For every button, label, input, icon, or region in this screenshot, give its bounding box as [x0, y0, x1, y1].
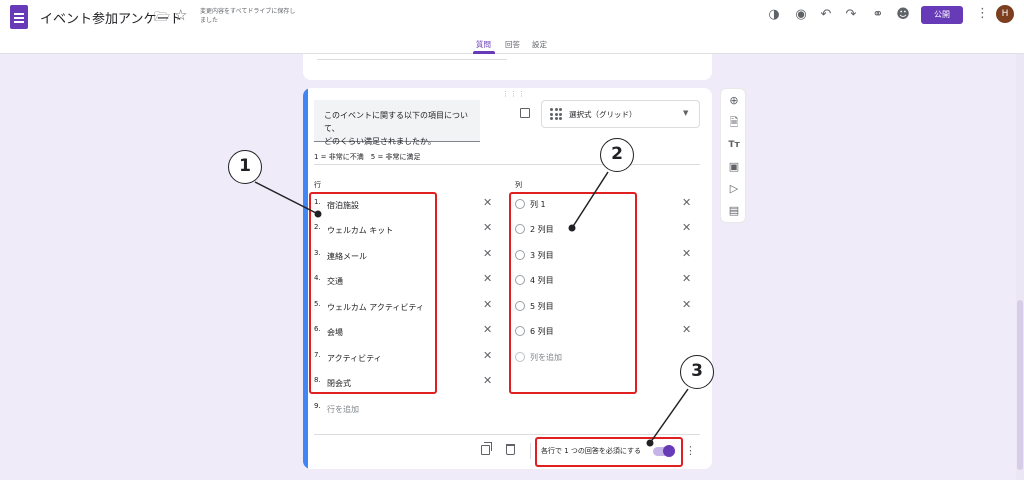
- duplicate-icon[interactable]: [481, 442, 492, 455]
- grid-icon: [550, 108, 562, 120]
- remove-column-icon[interactable]: ✕: [682, 299, 691, 311]
- remove-row-icon[interactable]: ✕: [483, 324, 492, 336]
- undo-icon[interactable]: ↶: [818, 7, 834, 23]
- remove-column-icon[interactable]: ✕: [682, 248, 691, 260]
- question-text-line-2: どのくらい満足されましたか。: [324, 137, 436, 146]
- import-questions-icon[interactable]: 🗎: [727, 116, 741, 130]
- question-description[interactable]: 1 = 非常に不満 5 = 非常に満足: [314, 152, 421, 162]
- remove-row-icon[interactable]: ✕: [483, 222, 492, 234]
- add-title-icon[interactable]: Tт: [727, 138, 741, 152]
- remove-column-icon[interactable]: ✕: [682, 222, 691, 234]
- callout-3: 3: [680, 355, 714, 389]
- highlight-columns-box: [509, 192, 637, 394]
- more-options-icon[interactable]: ⋮: [976, 6, 989, 21]
- folder-icon[interactable]: 🗁: [154, 8, 170, 30]
- remove-column-icon[interactable]: ✕: [682, 273, 691, 285]
- remove-row-icon[interactable]: ✕: [483, 375, 492, 387]
- add-image-icon[interactable]: ▣: [727, 160, 741, 174]
- chevron-down-icon: ▼: [683, 109, 689, 117]
- remove-row-icon[interactable]: ✕: [483, 197, 492, 209]
- highlight-rows-box: [309, 192, 437, 394]
- drag-handle-icon[interactable]: ⋮⋮⋮: [502, 90, 526, 98]
- remove-row-icon[interactable]: ✕: [483, 273, 492, 285]
- floating-toolbar: ⊕ 🗎 Tт ▣ ▷ ▤: [720, 88, 746, 223]
- callout-2: 2: [600, 138, 634, 172]
- active-card-accent: [303, 88, 308, 469]
- highlight-required-box: [535, 437, 683, 467]
- add-question-icon[interactable]: ⊕: [727, 94, 741, 108]
- add-video-icon[interactable]: ▷: [727, 182, 741, 196]
- scrollbar-thumb[interactable]: [1017, 300, 1023, 470]
- callout-1: 1: [228, 150, 262, 184]
- publish-button[interactable]: 公開: [921, 6, 963, 24]
- palette-icon[interactable]: ◑: [766, 7, 782, 23]
- save-status: 変更内容をすべてドライブに保存しました: [200, 8, 296, 24]
- remove-column-icon[interactable]: ✕: [682, 197, 691, 209]
- top-bar: イベント参加アンケート 🗁 ☆ 変更内容をすべてドライブに保存しました ◑ ◉ …: [0, 0, 1024, 54]
- previous-question-card[interactable]: [303, 54, 712, 80]
- more-options-icon[interactable]: ⋮: [685, 444, 696, 457]
- question-text-line-1: このイベントに関する以下の項目について、: [324, 111, 468, 133]
- remove-row-icon[interactable]: ✕: [483, 299, 492, 311]
- tab-responses[interactable]: 回答: [505, 39, 520, 50]
- question-type-select[interactable]: 選択式（グリッド） ▼: [541, 100, 700, 128]
- question-title-input[interactable]: このイベントに関する以下の項目について、 どのくらい満足されましたか。: [314, 100, 480, 146]
- remove-row-icon[interactable]: ✕: [483, 248, 492, 260]
- add-image-icon[interactable]: [520, 108, 530, 118]
- tab-questions[interactable]: 質問: [476, 39, 491, 50]
- link-icon[interactable]: ⚭: [870, 7, 886, 23]
- remove-column-icon[interactable]: ✕: [682, 324, 691, 336]
- add-row-link[interactable]: 行を追加: [327, 404, 359, 415]
- add-section-icon[interactable]: ▤: [727, 204, 741, 218]
- tab-settings[interactable]: 設定: [532, 39, 547, 50]
- remove-row-icon[interactable]: ✕: [483, 350, 492, 362]
- rows-header: 行: [314, 181, 321, 189]
- add-collaborator-icon[interactable]: ☻: [895, 7, 911, 23]
- question-type-label: 選択式（グリッド）: [569, 110, 637, 119]
- delete-icon[interactable]: [506, 444, 515, 455]
- columns-header: 列: [515, 181, 522, 189]
- preview-eye-icon[interactable]: ◉: [793, 7, 809, 23]
- forms-app-icon[interactable]: [10, 5, 28, 29]
- star-icon[interactable]: ☆: [174, 6, 187, 24]
- avatar[interactable]: H: [996, 5, 1014, 23]
- redo-icon[interactable]: ↷: [843, 7, 859, 23]
